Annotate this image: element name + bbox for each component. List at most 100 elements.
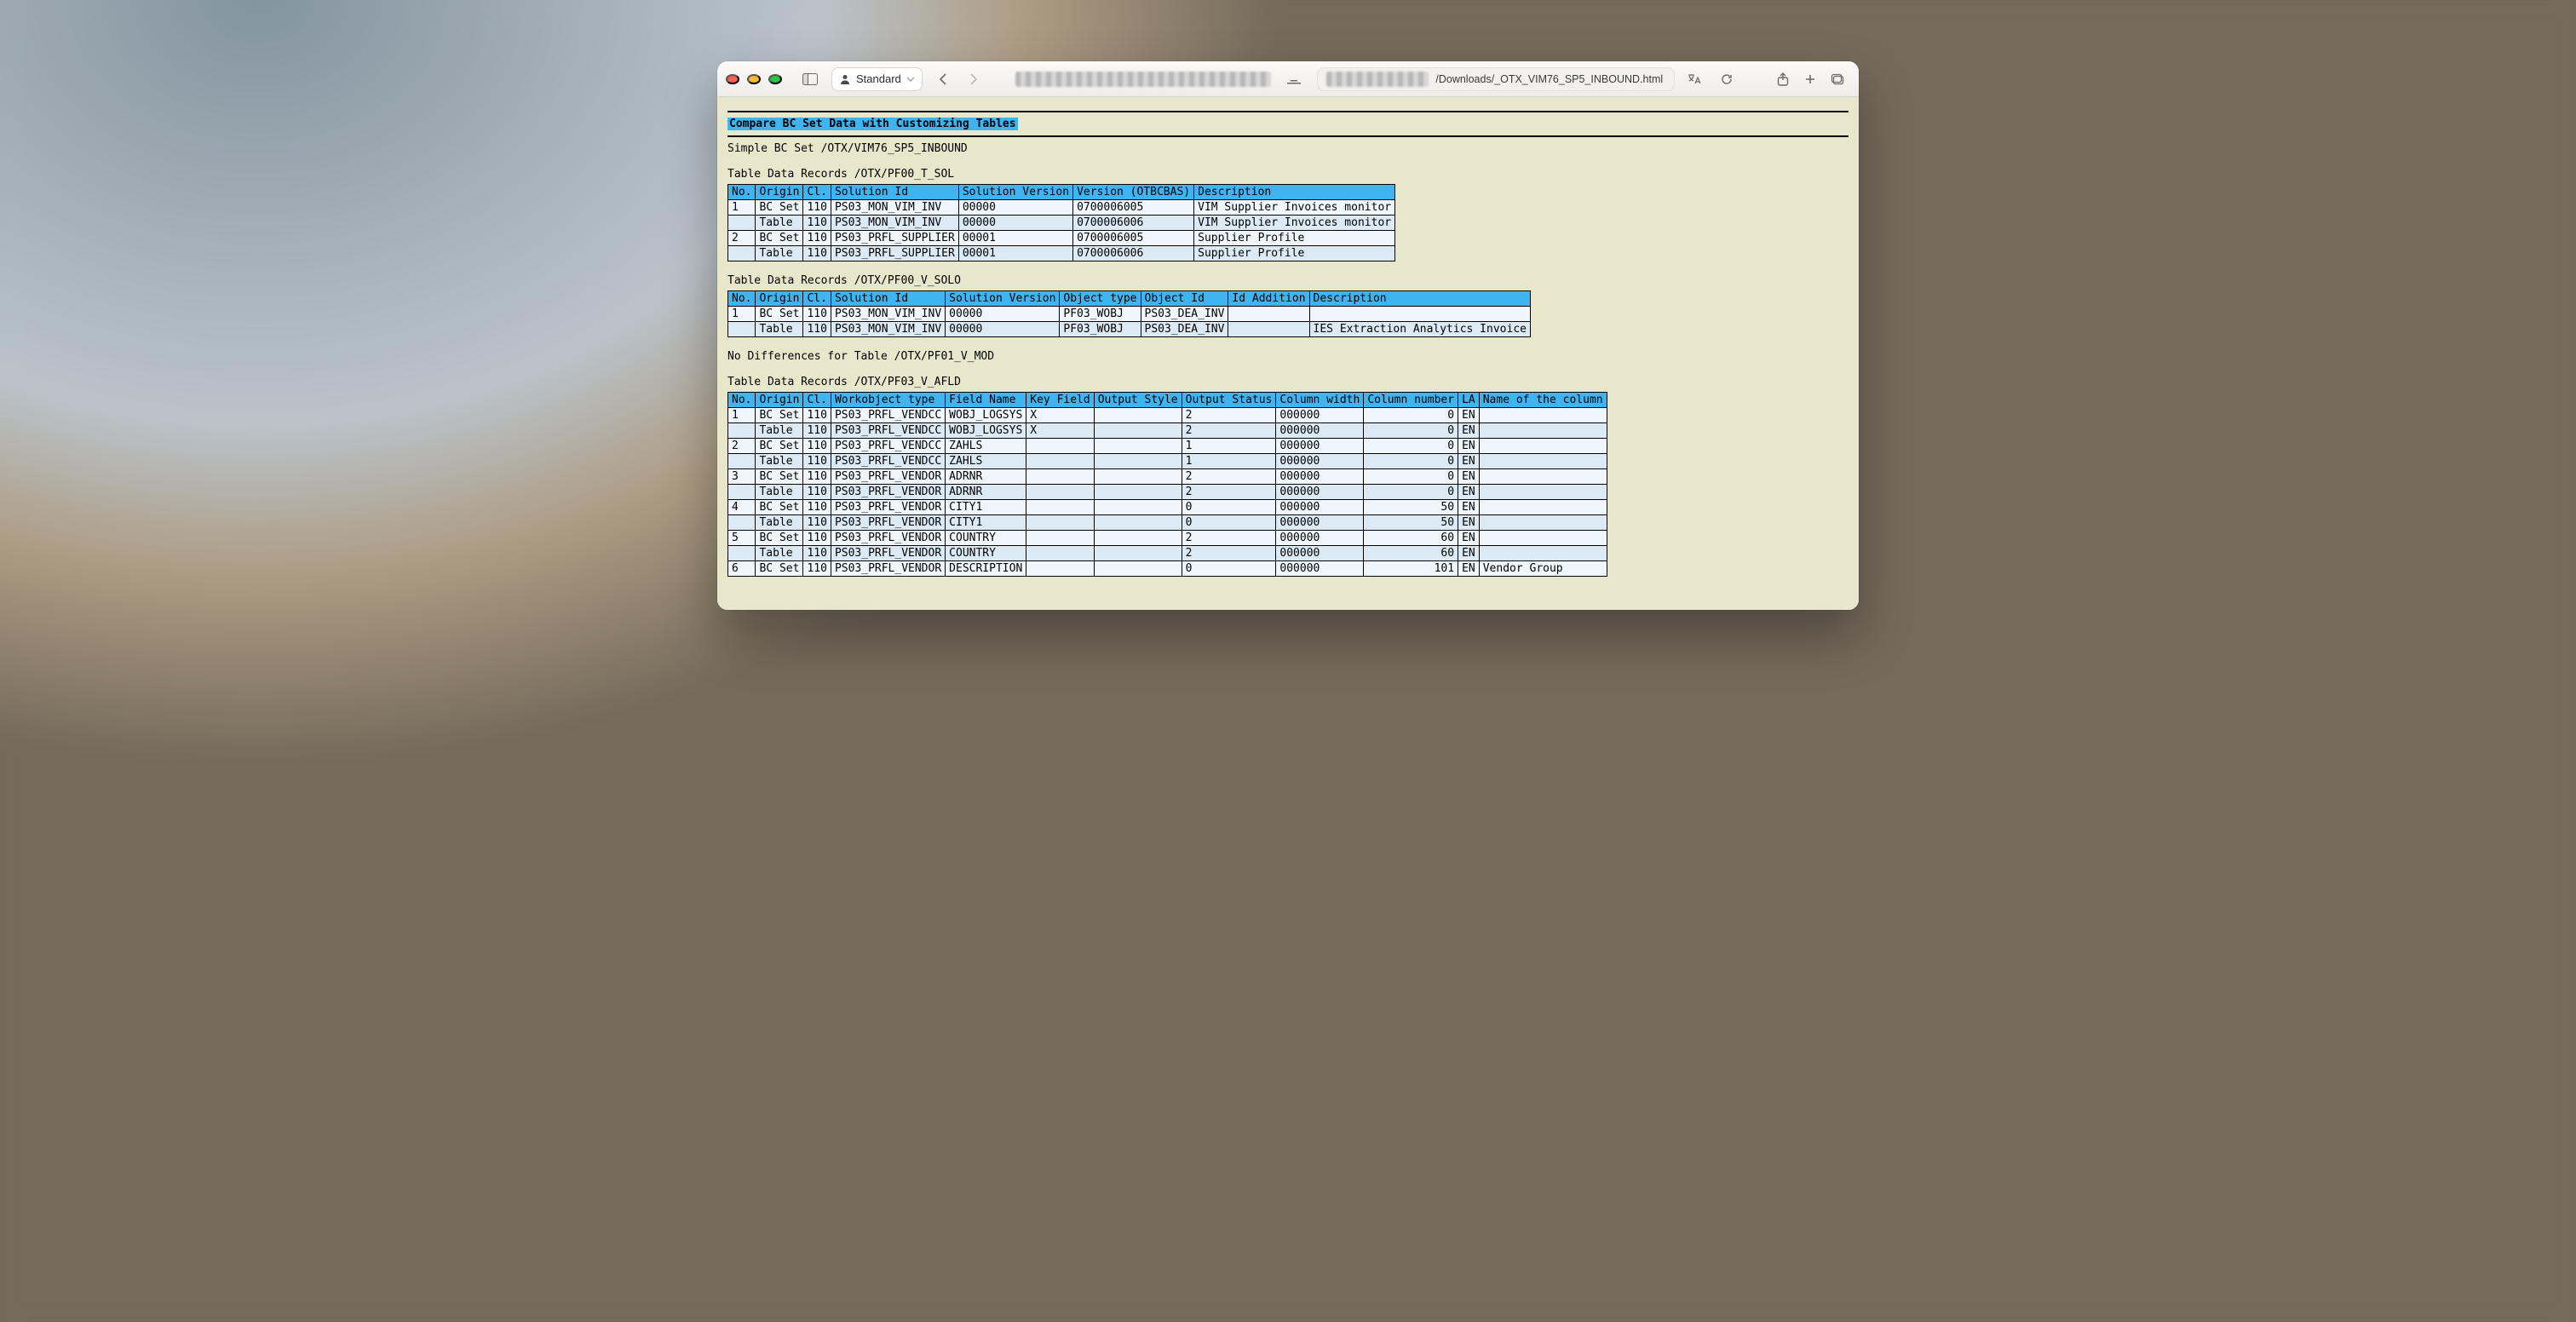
table-cell: EN (1458, 485, 1480, 500)
table-cell: 5 (728, 531, 756, 546)
table-cell: EN (1458, 469, 1480, 485)
table-cell: 6 (728, 561, 756, 577)
table-cell: 0 (1364, 423, 1458, 439)
table-cell (1228, 307, 1309, 322)
table-row: 5BC Set110PS03_PRFL_VENDORCOUNTRY2000000… (728, 531, 1607, 546)
table-cell: 2 (728, 231, 756, 246)
table-cell: 110 (803, 561, 831, 577)
bcset-subtitle: Simple BC Set /OTX/VIM76_SP5_INBOUND (727, 142, 1849, 155)
table-cell: 0700006006 (1073, 246, 1194, 262)
table-cell: BC Set (756, 561, 803, 577)
table-cell: 000000 (1276, 469, 1364, 485)
table-cell: EN (1458, 439, 1480, 454)
table-cell: 110 (803, 439, 831, 454)
table-row: 3BC Set110PS03_PRFL_VENDORADRNR20000000E… (728, 469, 1607, 485)
table-row: Table110PS03_PRFL_VENDCCZAHLS10000000EN (728, 454, 1607, 469)
table-cell: PS03_MON_VIM_INV (831, 216, 958, 231)
table-cell: 2 (1182, 485, 1276, 500)
table-cell (728, 546, 756, 561)
table-cell: BC Set (756, 531, 803, 546)
table-cell: EN (1458, 408, 1480, 423)
new-tab-button[interactable] (1797, 67, 1823, 91)
column-header: Cl. (803, 393, 831, 408)
redacted-area (1015, 72, 1271, 87)
column-header: Key Field (1026, 393, 1094, 408)
table-cell: PS03_PRFL_VENDOR (831, 531, 945, 546)
table-cell: 000000 (1276, 454, 1364, 469)
table-cell: 2 (1182, 423, 1276, 439)
table-cell: 50 (1364, 515, 1458, 531)
reader-aa-button[interactable] (1281, 67, 1307, 91)
table-cell: PS03_PRFL_VENDOR (831, 469, 945, 485)
column-header: Output Status (1182, 393, 1276, 408)
table-cell (728, 322, 756, 337)
table-cell: 0 (1364, 485, 1458, 500)
address-bar[interactable]: /Downloads/_OTX_VIM76_SP5_INBOUND.html (1317, 67, 1675, 91)
table-cell: 00000 (946, 307, 1060, 322)
no-diff-line: No Differences for Table /OTX/PF01_V_MOD (727, 350, 1849, 363)
table-cell (728, 515, 756, 531)
minimize-window-button[interactable] (747, 74, 761, 84)
browser-toolbar: Standard (717, 61, 1859, 97)
sidebar-toggle-button[interactable] (797, 67, 823, 91)
table-cell: BC Set (756, 439, 803, 454)
table-cell: 000000 (1276, 408, 1364, 423)
tabs-icon (1831, 73, 1844, 85)
column-header: Solution Version (958, 185, 1072, 200)
table-cell (1094, 469, 1182, 485)
table-cell: 0 (1364, 439, 1458, 454)
reload-icon (1721, 73, 1733, 85)
table-row: 2BC Set110PS03_PRFL_SUPPLIER000010700006… (728, 231, 1395, 246)
table-cell (1094, 515, 1182, 531)
share-button[interactable] (1770, 67, 1796, 91)
table-cell: 50 (1364, 500, 1458, 515)
table-cell: 110 (803, 200, 831, 216)
table-cell: Vendor Group (1479, 561, 1607, 577)
table-cell: PS03_DEA_INV (1141, 322, 1228, 337)
column-header: Object type (1060, 291, 1141, 307)
window-controls (726, 74, 782, 84)
forward-button[interactable] (960, 67, 986, 91)
table-cell: PS03_PRFL_VENDOR (831, 485, 945, 500)
chevron-down-icon (906, 75, 915, 83)
table-cell (728, 216, 756, 231)
table-cell: 000000 (1276, 515, 1364, 531)
browser-window: Standard (717, 61, 1859, 610)
table-row: Table110PS03_PRFL_VENDORADRNR20000000EN (728, 485, 1607, 500)
table-cell: 110 (803, 546, 831, 561)
table-cell: PS03_DEA_INV (1141, 307, 1228, 322)
rule-under-title (727, 135, 1849, 137)
rule-top (727, 111, 1849, 112)
table-cell: EN (1458, 546, 1480, 561)
table-cell: PS03_PRFL_VENDCC (831, 423, 945, 439)
page-content[interactable]: Compare BC Set Data with Customizing Tab… (717, 97, 1859, 610)
table-cell (1094, 546, 1182, 561)
column-header: Field Name (946, 393, 1026, 408)
column-header: Id Addition (1228, 291, 1309, 307)
table-cell: 1 (728, 408, 756, 423)
table-row: 2BC Set110PS03_PRFL_VENDCCZAHLS10000000E… (728, 439, 1607, 454)
table-cell (1309, 307, 1530, 322)
back-button[interactable] (931, 67, 957, 91)
table-cell: BC Set (756, 307, 803, 322)
person-icon (839, 73, 851, 85)
column-header: Cl. (803, 185, 831, 200)
close-window-button[interactable] (726, 74, 739, 84)
table-cell: X (1026, 408, 1094, 423)
column-header: No. (728, 185, 756, 200)
reload-button[interactable] (1714, 67, 1739, 91)
table-row: 1BC Set110PS03_MON_VIM_INV00000PF03_WOBJ… (728, 307, 1531, 322)
zoom-window-button[interactable] (768, 74, 782, 84)
translate-button[interactable] (1682, 67, 1707, 91)
column-header: Cl. (803, 291, 831, 307)
profile-picker[interactable]: Standard (831, 67, 923, 91)
column-header: Description (1309, 291, 1530, 307)
table-caption-vsolo: Table Data Records /OTX/PF00_V_SOLO (727, 274, 1849, 287)
column-header: Object Id (1141, 291, 1228, 307)
table-cell: Supplier Profile (1194, 231, 1395, 246)
tab-overview-button[interactable] (1825, 67, 1850, 91)
table-cell: 000000 (1276, 500, 1364, 515)
address-path: /Downloads/_OTX_VIM76_SP5_INBOUND.html (1435, 73, 1663, 85)
table-cell: 60 (1364, 546, 1458, 561)
table-cell: COUNTRY (946, 546, 1026, 561)
